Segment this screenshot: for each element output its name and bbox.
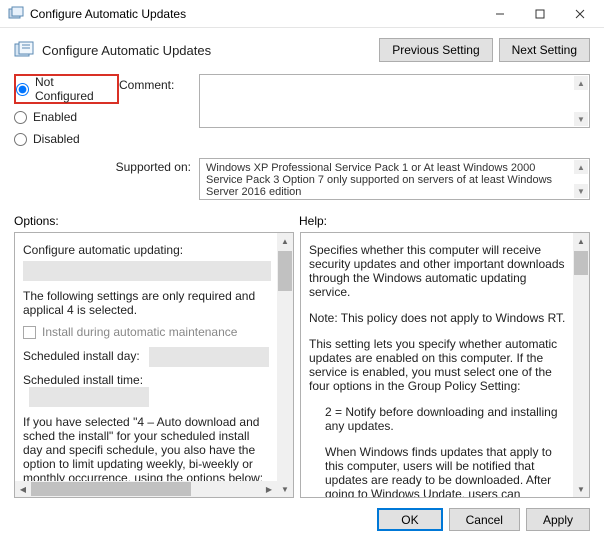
config-state-section: Not Configured Enabled Disabled Comment:…	[0, 68, 604, 154]
page-title: Configure Automatic Updates	[42, 43, 373, 58]
scroll-right-icon[interactable]: ▶	[261, 481, 277, 497]
scheduled-day-dropdown[interactable]	[149, 347, 269, 367]
scroll-up-icon[interactable]: ▲	[277, 233, 293, 249]
radio-disabled-input[interactable]	[14, 133, 27, 146]
minimize-button[interactable]	[480, 1, 520, 27]
auto-download-paragraph: If you have selected "4 – Auto download …	[23, 415, 271, 485]
header: Configure Automatic Updates Previous Set…	[0, 28, 604, 68]
radio-enabled-label: Enabled	[33, 110, 77, 124]
dialog-footer: OK Cancel Apply	[0, 498, 604, 541]
install-during-maintenance-checkbox[interactable]: Install during automatic maintenance	[23, 325, 271, 339]
scroll-down-icon[interactable]: ▼	[574, 184, 588, 198]
options-panel: Configure automatic updating: The follow…	[14, 232, 294, 498]
scheduled-time-label: Scheduled install time:	[23, 373, 143, 387]
help-panel: Specifies whether this computer will rec…	[300, 232, 590, 498]
highlight-not-configured: Not Configured	[14, 74, 119, 104]
titlebar: Configure Automatic Updates	[0, 0, 604, 28]
options-note: The following settings are only required…	[23, 289, 271, 317]
configure-updating-label: Configure automatic updating:	[23, 243, 271, 257]
ok-button[interactable]: OK	[377, 508, 442, 531]
options-heading: Options:	[14, 214, 299, 228]
close-button[interactable]	[560, 1, 600, 27]
app-icon	[8, 6, 24, 22]
window-controls	[480, 1, 600, 27]
scroll-down-icon[interactable]: ▼	[277, 481, 293, 497]
configure-updating-dropdown[interactable]	[23, 261, 271, 281]
apply-button[interactable]: Apply	[526, 508, 590, 531]
radio-not-configured-label: Not Configured	[35, 75, 113, 103]
radio-enabled[interactable]: Enabled	[14, 106, 119, 128]
supported-row: Supported on: Windows XP Professional Se…	[0, 154, 604, 208]
help-p3: This setting lets you specify whether au…	[309, 337, 567, 393]
supported-text: Windows XP Professional Service Pack 1 o…	[206, 162, 552, 198]
install-during-maintenance-label: Install during automatic maintenance	[42, 325, 237, 339]
radio-disabled-label: Disabled	[33, 132, 80, 146]
help-vscrollbar[interactable]: ▲ ▼	[573, 233, 589, 497]
section-headers: Options: Help:	[0, 208, 604, 232]
maximize-button[interactable]	[520, 1, 560, 27]
help-p1: Specifies whether this computer will rec…	[309, 243, 567, 299]
scrollbar-thumb[interactable]	[31, 482, 191, 496]
comment-label: Comment:	[119, 74, 199, 150]
options-hscrollbar[interactable]: ◀ ▶	[15, 481, 277, 497]
policy-icon	[14, 40, 34, 60]
window-title: Configure Automatic Updates	[30, 7, 480, 21]
help-p4: When Windows finds updates that apply to…	[309, 445, 567, 497]
radio-not-configured[interactable]: Not Configured	[16, 78, 113, 100]
panels: Configure automatic updating: The follow…	[0, 232, 604, 498]
scheduled-time-dropdown[interactable]	[29, 387, 149, 407]
scrollbar-thumb[interactable]	[278, 251, 292, 291]
supported-label: Supported on:	[14, 158, 199, 200]
comment-textarea[interactable]: ▲ ▼	[199, 74, 590, 128]
scroll-up-icon[interactable]: ▲	[574, 76, 588, 90]
radio-enabled-input[interactable]	[14, 111, 27, 124]
cancel-button[interactable]: Cancel	[449, 508, 520, 531]
radio-disabled[interactable]: Disabled	[14, 128, 119, 150]
scheduled-day-label: Scheduled install day:	[23, 349, 140, 363]
help-p2: Note: This policy does not apply to Wind…	[309, 311, 567, 325]
radio-group: Not Configured Enabled Disabled	[14, 74, 119, 150]
help-opt2: 2 = Notify before downloading and instal…	[309, 405, 567, 433]
next-setting-button[interactable]: Next Setting	[499, 38, 590, 62]
scroll-down-icon[interactable]: ▼	[573, 481, 589, 497]
help-heading: Help:	[299, 214, 590, 228]
scroll-left-icon[interactable]: ◀	[15, 481, 31, 497]
checkbox-box-icon	[23, 326, 36, 339]
scrollbar-thumb[interactable]	[574, 251, 588, 275]
scroll-up-icon[interactable]: ▲	[573, 233, 589, 249]
radio-not-configured-input[interactable]	[16, 83, 29, 96]
previous-setting-button[interactable]: Previous Setting	[379, 38, 492, 62]
options-vscrollbar[interactable]: ▲ ▼	[277, 233, 293, 497]
supported-textbox: Windows XP Professional Service Pack 1 o…	[199, 158, 590, 200]
scroll-up-icon[interactable]: ▲	[574, 160, 588, 174]
scroll-down-icon[interactable]: ▼	[574, 112, 588, 126]
